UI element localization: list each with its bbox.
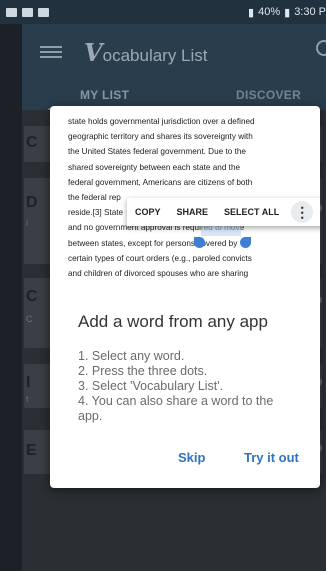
list-item-definition: i	[26, 218, 28, 228]
status-icons-right: ▮ 40% ▮ 3:30 P	[248, 6, 326, 19]
battery-icon: ▮	[284, 6, 291, 19]
search-icon[interactable]	[316, 40, 326, 56]
app-title: Vocabulary List	[84, 38, 208, 67]
selection-end-handle[interactable]	[240, 237, 251, 248]
instruction-step: 3. Select 'Vocabulary List'.	[78, 379, 224, 393]
signal-icon: ▮	[248, 6, 255, 19]
battery-percent: 40%	[258, 6, 281, 18]
list-item-word: C	[26, 134, 38, 151]
tab-discover[interactable]: DISCOVER	[236, 88, 301, 102]
screen: ▮ 40% ▮ 3:30 P Vocabulary List MY LIST D…	[0, 0, 326, 571]
app-bar: Vocabulary List	[22, 24, 326, 80]
instruction-step: 2. Press the three dots.	[78, 364, 208, 378]
app-title-initial: V	[84, 37, 103, 67]
instruction-step: 4. You can also share a word to the	[78, 394, 274, 408]
list-item-definition: t	[26, 394, 29, 404]
list-item-word: D	[26, 194, 38, 211]
share-button[interactable]: SHARE	[169, 207, 217, 217]
tab-my-list[interactable]: MY LIST	[80, 88, 129, 102]
status-icons-left	[6, 7, 49, 17]
app-title-rest: ocabulary List	[102, 45, 208, 65]
excerpt-line: state holds governmental jurisdiction ov…	[68, 117, 255, 126]
excerpt-line: geographic territory and shares its sove…	[68, 132, 253, 142]
more-options-icon[interactable]: ⋮	[291, 201, 314, 223]
clock: 3:30 P	[294, 6, 326, 18]
skip-button[interactable]: Skip	[178, 450, 205, 465]
try-it-out-button[interactable]: Try it out	[244, 450, 299, 465]
onboarding-dialog: state holds governmental jurisdiction ov…	[50, 106, 320, 488]
excerpt-line: certain types of court orders (e.g., par…	[68, 253, 252, 263]
excerpt-line: shared sovereignty between each state an…	[68, 162, 241, 172]
dialog-body: Add a word from any app 1. Select any wo…	[50, 292, 320, 488]
excerpt-line: the United States federal government. Du…	[68, 147, 246, 157]
excerpt-line: between states, except for persons cover…	[68, 238, 238, 248]
text-selection-toolbar: COPY SHARE SELECT ALL ⋮	[127, 198, 320, 226]
dialog-title: Add a word from any app	[78, 312, 268, 331]
copy-button[interactable]: COPY	[127, 207, 169, 217]
hamburger-menu-icon[interactable]	[40, 46, 62, 58]
list-item-word: E	[26, 442, 37, 459]
instruction-steps: 1. Select any word. 2. Press the three d…	[78, 349, 273, 424]
instruction-step: 1. Select any word.	[78, 349, 185, 363]
left-edge	[0, 0, 22, 571]
status-bar: ▮ 40% ▮ 3:30 P	[0, 0, 326, 24]
list-item-word: I	[26, 374, 31, 391]
selection-start-handle[interactable]	[194, 237, 205, 248]
list-item-word: C	[26, 288, 38, 305]
gallery-icon	[38, 7, 49, 17]
instruction-step: app.	[78, 409, 103, 423]
image-icon	[22, 7, 33, 17]
excerpt-line: and children of divorced spouses who are…	[68, 269, 249, 279]
list-item-definition: C	[26, 314, 33, 324]
excerpt-line: federal government, Americans are citize…	[68, 177, 253, 187]
select-all-button[interactable]: SELECT ALL	[216, 207, 287, 217]
notification-icon	[6, 7, 17, 17]
